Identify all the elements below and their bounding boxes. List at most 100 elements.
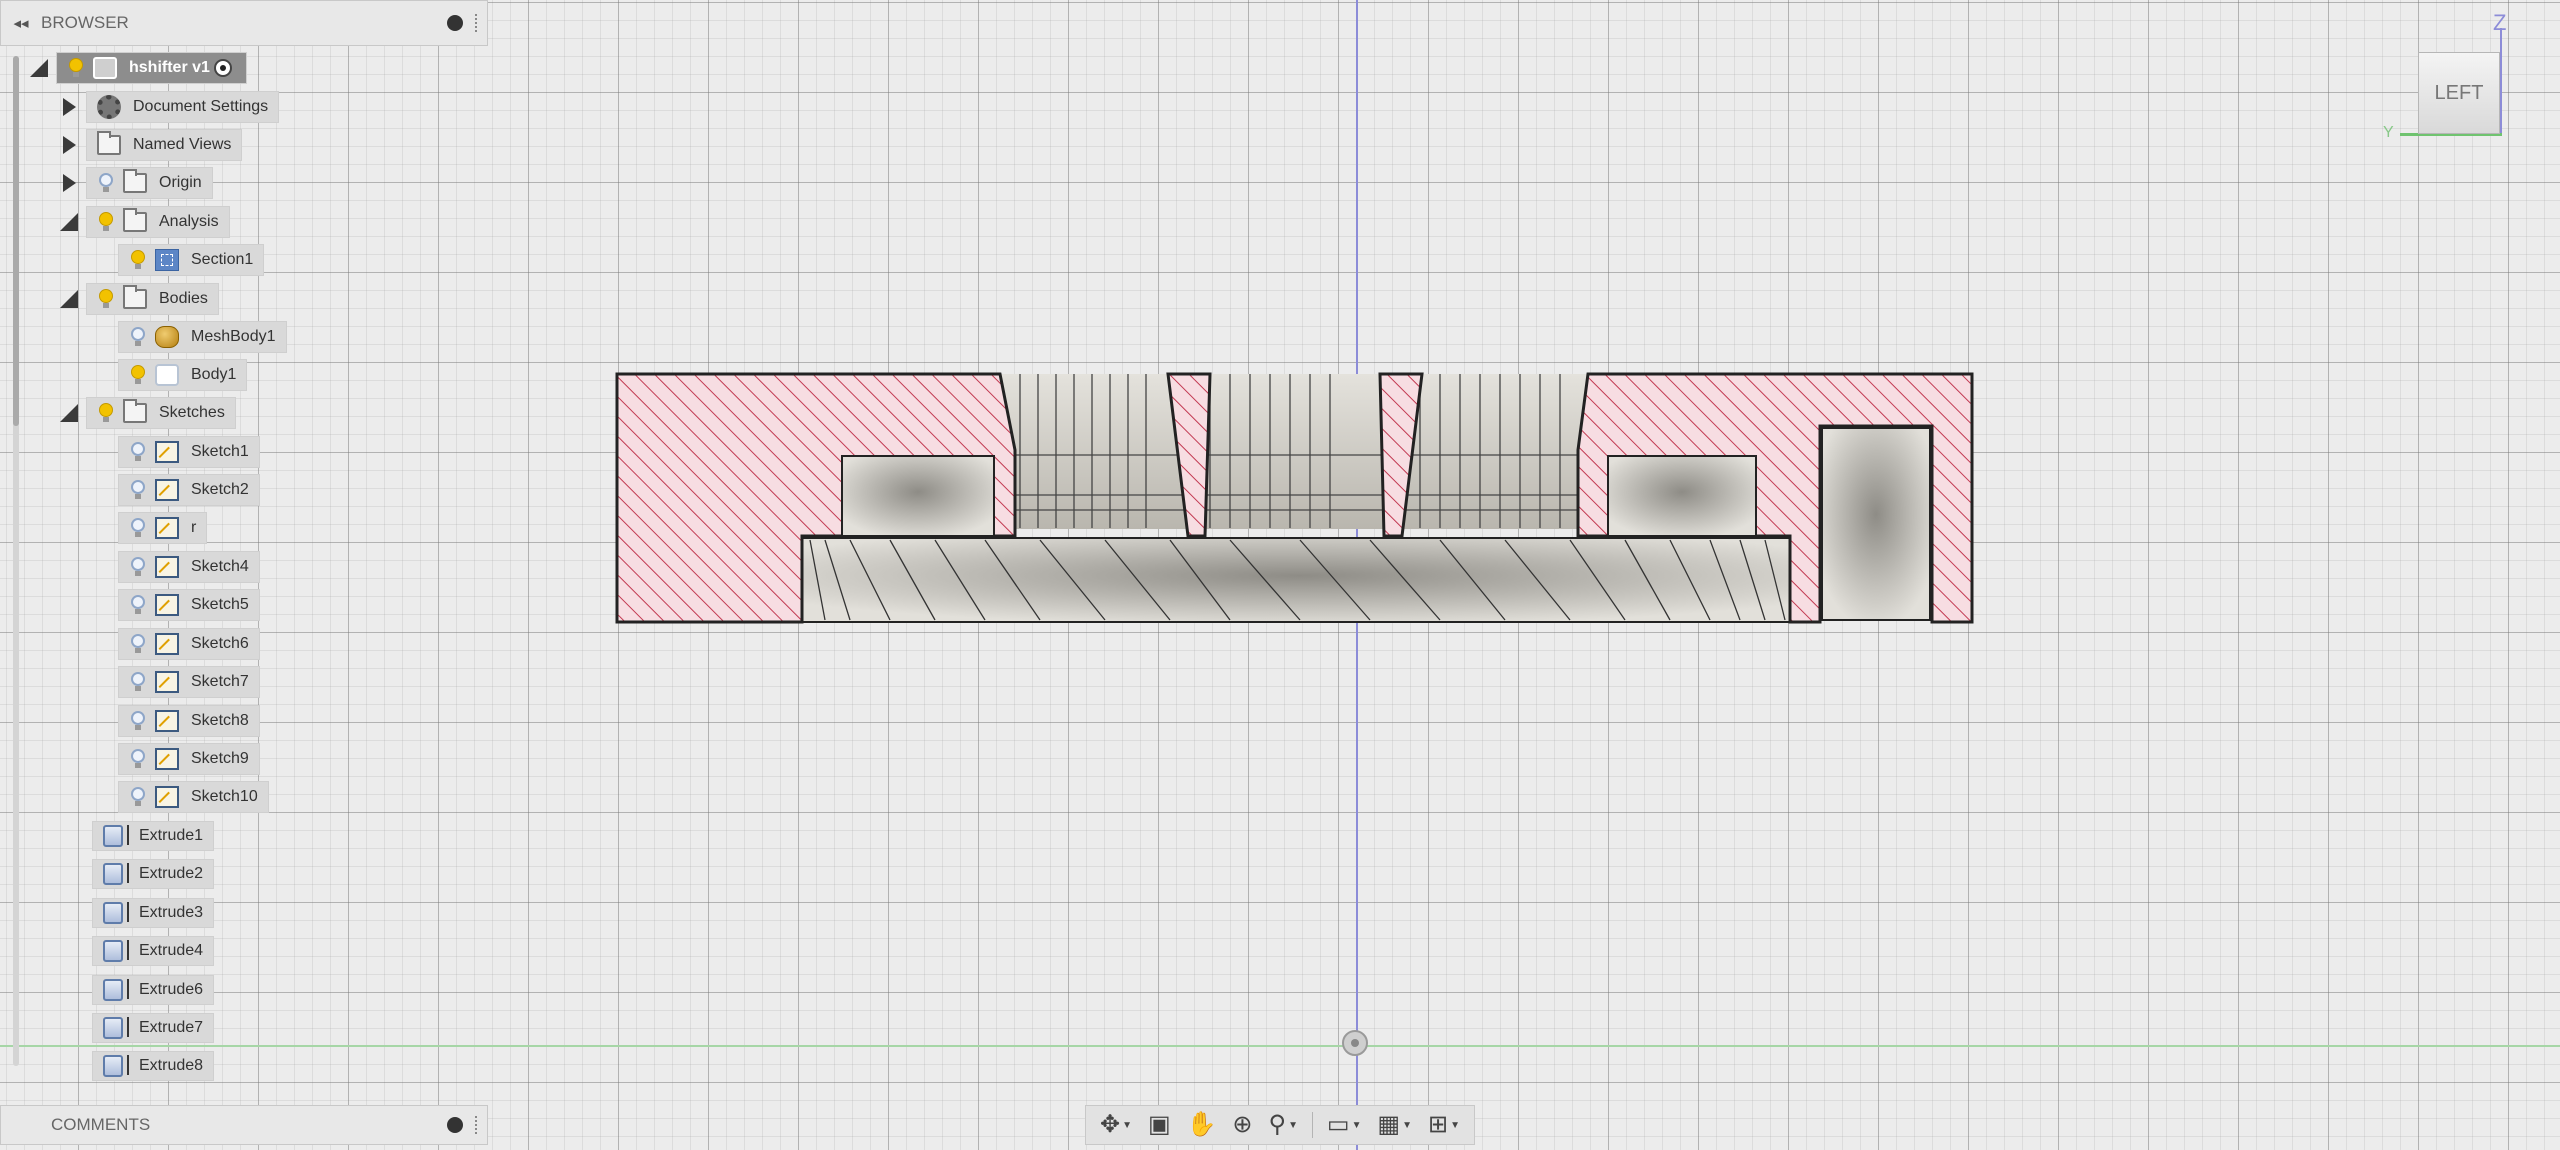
visibility-bulb-icon[interactable] [131,749,145,769]
collapse-panel-icon[interactable]: ◂◂ [1,14,41,32]
timeline-feature-extrude[interactable]: Extrude3 [92,897,215,929]
comments-panel-header[interactable]: COMMENTS [0,1105,488,1145]
visibility-bulb-icon[interactable] [99,289,113,309]
item-chip: Section1 [118,244,265,276]
browser-item-sketch[interactable]: Sketch2 [118,474,260,506]
visibility-bulb-icon[interactable] [131,787,145,807]
viewports-icon: ⊞ [1427,1111,1449,1138]
collapse-triangle-icon[interactable] [28,52,50,84]
root-label: hshifter v1 [129,59,210,76]
pan-button[interactable]: ✋ [1185,1110,1219,1140]
item-chip: r [118,512,208,544]
browser-header[interactable]: ◂◂ BROWSER [0,0,488,46]
browser-item-sketch[interactable]: Sketch10 [118,781,269,813]
chevron-down-icon[interactable]: ▼ [1122,1120,1132,1131]
visibility-bulb-icon[interactable] [131,518,145,538]
timeline-feature-extrude[interactable]: Extrude7 [92,1012,215,1044]
feature-label: Extrude1 [139,827,204,844]
timeline-feature-extrude[interactable]: Extrude2 [92,858,215,890]
viewcube-z-label: Z [2493,10,2507,35]
item-label: Sketch6 [191,635,249,652]
pin-icon[interactable] [447,1117,463,1133]
item-label: Sketch1 [191,443,249,460]
activate-radio-icon[interactable] [213,59,232,77]
chevron-down-icon[interactable]: ▼ [1352,1120,1362,1131]
orbit-button[interactable]: ✥ ▼ [1098,1110,1134,1140]
visibility-bulb-icon[interactable] [131,557,145,577]
browser-item-analysis[interactable]: Analysis [58,206,230,238]
item-chip: MeshBody1 [118,321,287,353]
browser-item-section1[interactable]: Section1 [118,244,265,276]
visibility-bulb-icon[interactable] [131,442,145,462]
browser-item-sketch[interactable]: Sketch6 [118,628,260,660]
pin-icon[interactable] [447,15,463,31]
visibility-bulb-icon[interactable] [131,595,145,615]
collapse-triangle-icon[interactable] [58,283,80,315]
chevron-down-icon[interactable]: ▼ [1402,1120,1412,1131]
origin-point[interactable] [1342,1030,1368,1056]
visibility-bulb-icon[interactable] [69,58,83,78]
visibility-bulb-icon[interactable] [131,480,145,500]
chevron-down-icon[interactable]: ▼ [1288,1120,1298,1131]
display-settings-button[interactable]: ▭ ▼ [1325,1110,1364,1140]
expand-triangle-icon[interactable] [58,129,80,161]
browser-item-body1[interactable]: Body1 [118,359,248,391]
browser-item-sketch[interactable]: Sketch9 [118,743,260,775]
viewcube[interactable]: LEFT [2418,52,2500,134]
timeline-feature-extrude[interactable]: Extrude8 [92,1050,215,1082]
viewcube-face-label[interactable]: LEFT [2435,82,2484,105]
visibility-bulb-icon[interactable] [131,711,145,731]
timeline-feature-extrude[interactable]: Extrude6 [92,974,215,1006]
visibility-bulb-icon[interactable] [131,672,145,692]
visibility-bulb-icon[interactable] [131,327,145,347]
browser-item-bodies[interactable]: Bodies [58,283,219,315]
extrude-icon [103,1017,129,1039]
browser-item-sketch[interactable]: r [118,512,208,544]
visibility-bulb-icon[interactable] [99,173,113,193]
browser-item-sketch[interactable]: Sketch7 [118,666,260,698]
sketch-icon [155,671,179,693]
sketch-icon [155,748,179,770]
item-label: Analysis [159,213,219,230]
browser-item-origin[interactable]: Origin [58,167,213,199]
expand-triangle-icon[interactable] [58,167,80,199]
visibility-bulb-icon[interactable] [131,365,145,385]
browser-scrollbar[interactable] [13,56,19,1066]
timeline-feature-extrude[interactable]: Extrude1 [92,820,215,852]
item-chip: Origin [86,167,213,199]
browser-item-sketches[interactable]: Sketches [58,397,236,429]
collapse-triangle-icon[interactable] [58,206,80,238]
collapse-triangle-icon[interactable] [58,397,80,429]
section-view-model[interactable] [610,370,1990,630]
browser-root-node[interactable]: hshifter v1 [28,52,247,84]
visibility-bulb-icon[interactable] [99,403,113,423]
feature-label: Extrude6 [139,981,204,998]
browser-item-named-views[interactable]: Named Views [58,129,243,161]
navigation-toolbar: ✥ ▼ ▣ ✋ ⊕ ⚲ ▼ ▭ ▼ ▦ ▼ ⊞ ▼ [1085,1105,1475,1145]
grid-settings-button[interactable]: ▦ ▼ [1375,1110,1414,1140]
browser-item-sketch[interactable]: Sketch4 [118,551,260,583]
browser-item-sketch[interactable]: Sketch5 [118,589,260,621]
right-pocket [1607,455,1757,537]
visibility-bulb-icon[interactable] [99,212,113,232]
zoom-window-button[interactable]: ⊕ [1230,1110,1254,1140]
canvas-viewport[interactable]: Z Y LEFT [0,0,2560,1150]
browser-item-sketch[interactable]: Sketch1 [118,436,260,468]
chevron-down-icon[interactable]: ▼ [1450,1120,1460,1131]
root-chip[interactable]: hshifter v1 [56,52,247,84]
visibility-bulb-icon[interactable] [131,634,145,654]
timeline-feature-extrude[interactable]: Extrude4 [92,935,215,967]
visibility-bulb-icon[interactable] [131,250,145,270]
grip-handle[interactable] [475,1116,481,1134]
zoom-button[interactable]: ⚲ ▼ [1266,1110,1299,1140]
browser-item-sketch[interactable]: Sketch8 [118,705,260,737]
browser-item-meshbody1[interactable]: MeshBody1 [118,321,287,353]
look-at-button[interactable]: ▣ [1146,1110,1173,1140]
item-label: Origin [159,174,202,191]
gear-icon [97,95,121,119]
browser-item-document-settings[interactable]: Document Settings [58,91,280,123]
y-axis-line [0,1045,2560,1047]
viewports-button[interactable]: ⊞ ▼ [1426,1110,1462,1140]
expand-triangle-icon[interactable] [58,91,80,123]
grip-handle[interactable] [475,14,481,32]
